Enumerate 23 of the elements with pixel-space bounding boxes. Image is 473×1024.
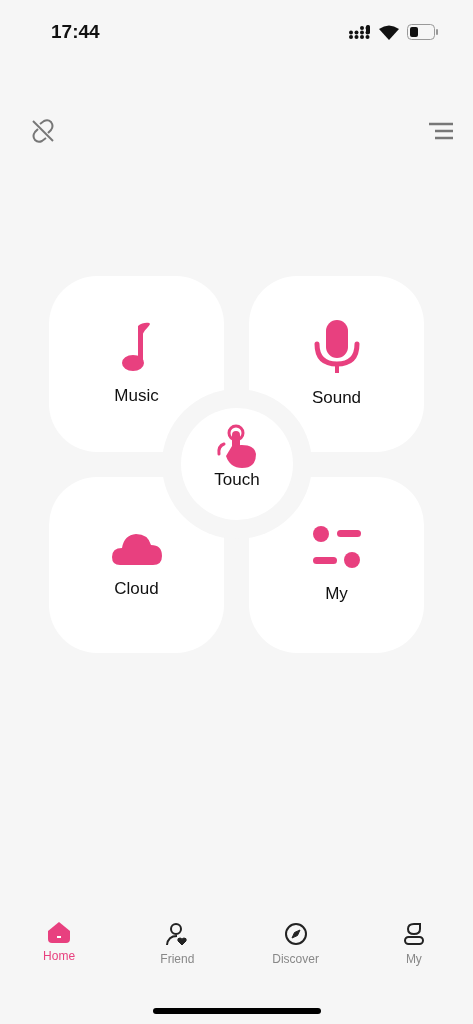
feature-tile[interactable]: Sound [249, 276, 424, 452]
microphone-icon [313, 320, 360, 374]
cloud-icon [111, 531, 162, 565]
touch-hand-icon [216, 424, 258, 468]
home-icon [48, 922, 71, 943]
person-heart-icon [165, 922, 190, 946]
unlink-icon[interactable] [30, 118, 56, 144]
tile-label: Sound [311, 388, 362, 408]
feature-tile[interactable]: Music [49, 276, 224, 452]
battery-icon [407, 24, 439, 40]
tile-label: My [325, 584, 348, 604]
wifi-icon [379, 24, 399, 40]
sliders-icon [312, 526, 361, 570]
tile-label: Cloud [114, 579, 159, 599]
music-note-icon [121, 322, 152, 372]
tab[interactable]: Home [14, 922, 105, 982]
signal-icon [349, 25, 371, 39]
status-time: 17:44 [51, 21, 100, 43]
center-button[interactable]: Touch [181, 408, 293, 520]
menu-icon[interactable] [429, 122, 453, 140]
person-icon [401, 922, 426, 946]
tile-label: Music [114, 386, 159, 406]
compass-icon [283, 922, 308, 946]
